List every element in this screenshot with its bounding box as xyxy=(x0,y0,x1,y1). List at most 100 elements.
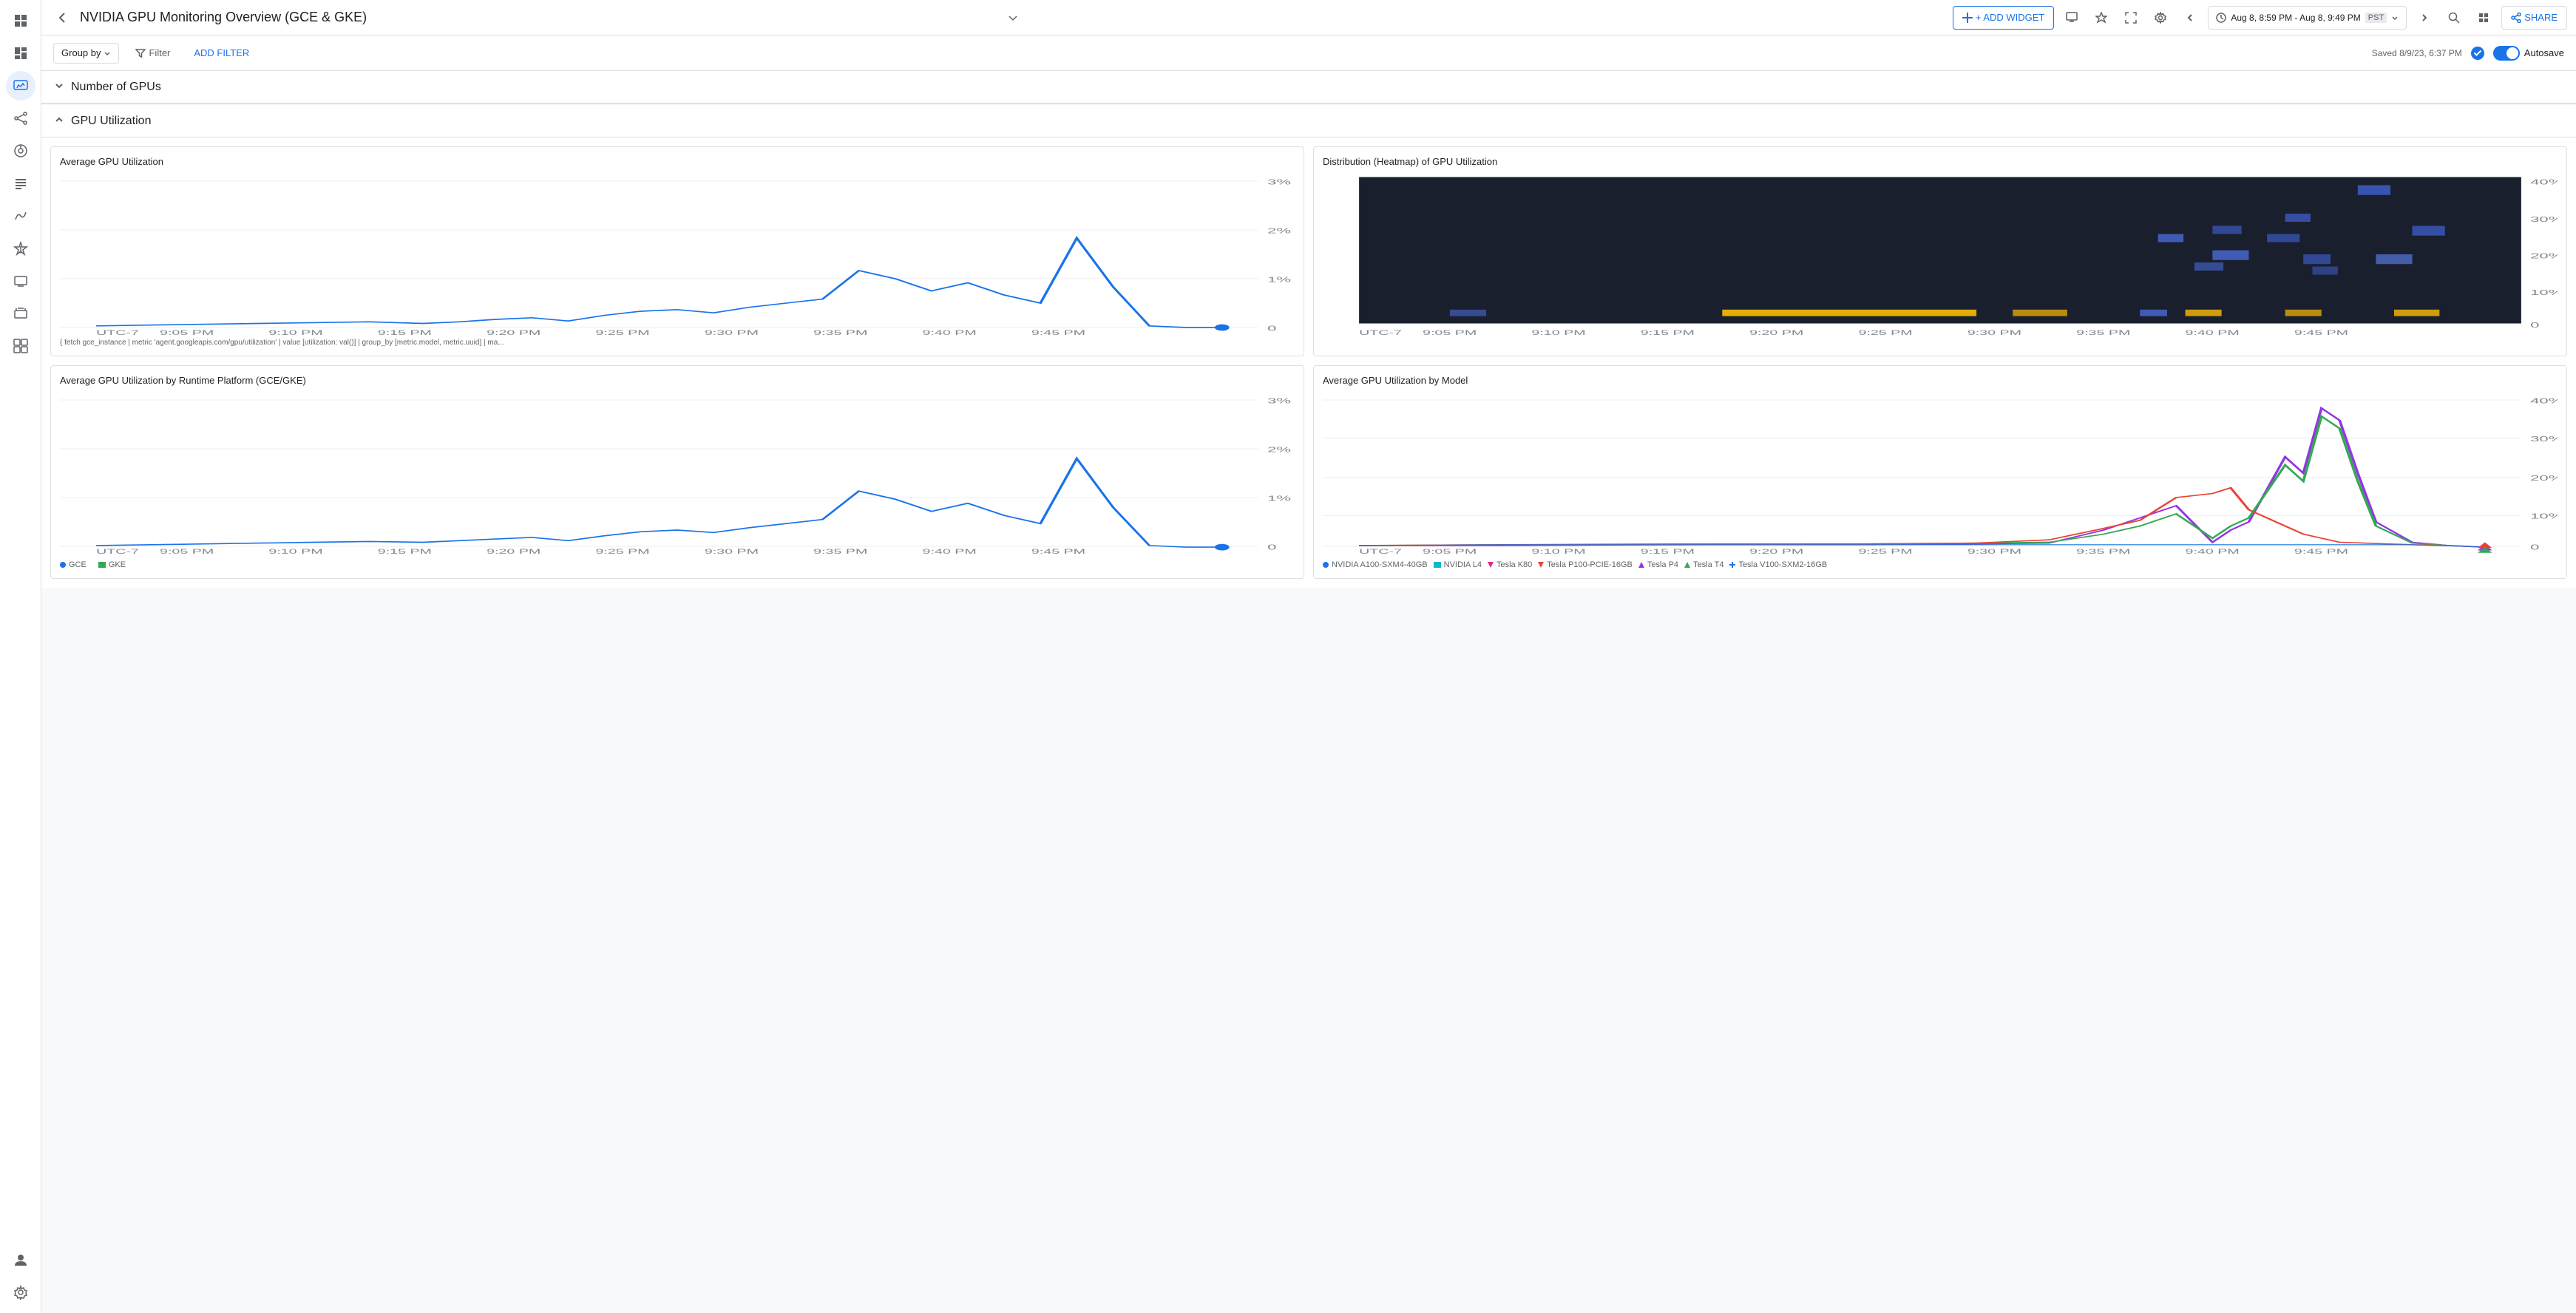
chart-avg-gpu-util: Average GPU Utilization 3% xyxy=(50,146,1304,356)
svg-text:9:20 PM: 9:20 PM xyxy=(487,329,540,336)
sidebar-item-slos[interactable] xyxy=(6,201,35,231)
svg-text:0: 0 xyxy=(1267,543,1276,552)
toggle-knob xyxy=(2506,47,2518,59)
svg-text:9:20 PM: 9:20 PM xyxy=(487,548,540,554)
chart-area-model: 40% 30% 20% 10% 0 xyxy=(1323,392,2558,554)
sidebar-item-uptime[interactable] xyxy=(6,266,35,296)
svg-text:9:15 PM: 9:15 PM xyxy=(1641,329,1695,336)
svg-text:9:25 PM: 9:25 PM xyxy=(1858,548,1912,554)
settings-button[interactable] xyxy=(2149,6,2172,30)
group-by-label: Group by xyxy=(61,47,101,58)
share-button[interactable]: SHARE xyxy=(2501,6,2567,30)
prev-time-button[interactable] xyxy=(2178,6,2202,30)
sidebar-item-monitoring[interactable] xyxy=(6,71,35,101)
sidebar-item-account[interactable] xyxy=(6,1245,35,1275)
add-filter-label: ADD FILTER xyxy=(194,47,249,58)
sidebar-item-groups[interactable] xyxy=(6,331,35,361)
legend-v100-icon xyxy=(1729,562,1735,568)
legend-a100-label: NVIDIA A100-SXM4-40GB xyxy=(1332,560,1428,569)
chart-title-platform: Average GPU Utilization by Runtime Platf… xyxy=(60,375,1295,386)
svg-text:40%: 40% xyxy=(2530,397,2558,405)
next-time-button[interactable] xyxy=(2413,6,2436,30)
sidebar-item-grid[interactable] xyxy=(6,6,35,35)
search-button[interactable] xyxy=(2442,6,2466,30)
svg-text:40%: 40% xyxy=(2530,178,2558,186)
section-header-util[interactable]: GPU Utilization xyxy=(41,105,2576,138)
filter-button[interactable]: Filter xyxy=(128,43,177,64)
svg-text:9:10 PM: 9:10 PM xyxy=(1531,548,1585,554)
svg-text:9:05 PM: 9:05 PM xyxy=(160,329,214,336)
chart-svg-platform: 3% 2% 1% 0 UTC-7 9:05 PM xyxy=(60,392,1295,554)
time-range-selector[interactable]: Aug 8, 8:59 PM - Aug 8, 9:49 PM PST xyxy=(2208,6,2407,30)
chart-legend-model: NVIDIA A100-SXM4-40GB NVIDIA L4 Tesla K8… xyxy=(1323,560,2558,569)
legend-gce: GCE xyxy=(60,560,87,569)
toolbar: Group by Filter ADD FILTER Saved 8/9/23,… xyxy=(41,35,2576,71)
legend-t4-icon xyxy=(1684,562,1690,568)
autosave-switch[interactable] xyxy=(2493,46,2520,61)
chart-area-heatmap: 40% 30% 20% 10% 0 xyxy=(1323,173,2558,336)
dropdown-icon[interactable] xyxy=(1006,11,1020,24)
legend-l4-icon xyxy=(1434,562,1441,568)
sidebar-item-profiling[interactable] xyxy=(6,136,35,166)
legend-gke: GKE xyxy=(98,560,126,569)
svg-text:9:10 PM: 9:10 PM xyxy=(1531,329,1585,336)
svg-text:9:20 PM: 9:20 PM xyxy=(1749,329,1803,336)
app-layout: NVIDIA GPU Monitoring Overview (GCE & GK… xyxy=(0,0,2576,1313)
svg-text:9:10 PM: 9:10 PM xyxy=(268,548,322,554)
chart-area-avg-gpu: 3% 2% 1% 0 UTC-7 xyxy=(60,173,1295,336)
back-button[interactable] xyxy=(50,6,74,30)
svg-text:UTC-7: UTC-7 xyxy=(1359,548,1402,554)
more-button[interactable] xyxy=(2472,6,2495,30)
chart-heatmap: Distribution (Heatmap) of GPU Utilizatio… xyxy=(1313,146,2567,356)
legend-k80: Tesla K80 xyxy=(1488,560,1532,569)
sidebar-item-dashboards[interactable] xyxy=(6,38,35,68)
sidebar-item-synthetics[interactable] xyxy=(6,299,35,328)
legend-p100-label: Tesla P100-PCIE-16GB xyxy=(1547,560,1633,569)
sidebar-item-alerts[interactable] xyxy=(6,234,35,263)
svg-text:9:45 PM: 9:45 PM xyxy=(1031,329,1085,336)
section-collapse-icon-gpus xyxy=(53,80,65,94)
svg-text:9:30 PM: 9:30 PM xyxy=(705,329,759,336)
autosave-label: Autosave xyxy=(2524,47,2564,58)
svg-text:9:25 PM: 9:25 PM xyxy=(595,548,649,554)
svg-text:2%: 2% xyxy=(1267,446,1291,454)
svg-text:9:40 PM: 9:40 PM xyxy=(923,329,977,336)
legend-gke-icon xyxy=(98,562,106,568)
main-content: NVIDIA GPU Monitoring Overview (GCE & GK… xyxy=(41,0,2576,1313)
svg-text:9:35 PM: 9:35 PM xyxy=(813,548,867,554)
page-title: NVIDIA GPU Monitoring Overview (GCE & GK… xyxy=(80,10,1000,25)
legend-gce-label: GCE xyxy=(69,560,87,569)
legend-v100: Tesla V100-SXM2-16GB xyxy=(1729,560,1827,569)
sidebar-item-logs[interactable] xyxy=(6,169,35,198)
svg-text:9:05 PM: 9:05 PM xyxy=(1423,548,1477,554)
add-widget-button[interactable]: + ADD WIDGET xyxy=(1953,6,2055,30)
svg-text:9:15 PM: 9:15 PM xyxy=(378,329,432,336)
svg-text:9:25 PM: 9:25 PM xyxy=(595,329,649,336)
svg-text:20%: 20% xyxy=(2530,474,2558,482)
charts-grid: Average GPU Utilization 3% xyxy=(50,146,2567,579)
fullscreen-button[interactable] xyxy=(2119,6,2143,30)
star-button[interactable] xyxy=(2089,6,2113,30)
section-title-util: GPU Utilization xyxy=(71,115,151,128)
svg-text:30%: 30% xyxy=(2530,435,2558,443)
add-filter-button[interactable]: ADD FILTER xyxy=(186,43,257,64)
svg-text:9:40 PM: 9:40 PM xyxy=(923,548,977,554)
autosave-toggle[interactable]: Autosave xyxy=(2493,46,2564,61)
chart-avg-gpu-platform: Average GPU Utilization by Runtime Platf… xyxy=(50,365,1304,579)
chart-svg-heatmap: 40% 30% 20% 10% 0 xyxy=(1323,173,2558,336)
svg-text:9:15 PM: 9:15 PM xyxy=(378,548,432,554)
svg-text:9:35 PM: 9:35 PM xyxy=(813,329,867,336)
section-number-of-gpus: Number of GPUs xyxy=(41,71,2576,104)
svg-text:0: 0 xyxy=(2530,321,2539,329)
legend-k80-icon xyxy=(1488,562,1494,568)
sidebar-item-settings[interactable] xyxy=(6,1278,35,1307)
legend-p4: Tesla P4 xyxy=(1638,560,1678,569)
sidebar-item-traces[interactable] xyxy=(6,104,35,133)
share-label: SHARE xyxy=(2524,12,2558,23)
present-button[interactable] xyxy=(2060,6,2084,30)
svg-text:9:45 PM: 9:45 PM xyxy=(2294,329,2348,336)
svg-text:UTC-7: UTC-7 xyxy=(96,548,139,554)
group-by-button[interactable]: Group by xyxy=(53,43,119,64)
section-header-gpus[interactable]: Number of GPUs xyxy=(41,71,2576,104)
svg-text:0: 0 xyxy=(2530,543,2539,552)
